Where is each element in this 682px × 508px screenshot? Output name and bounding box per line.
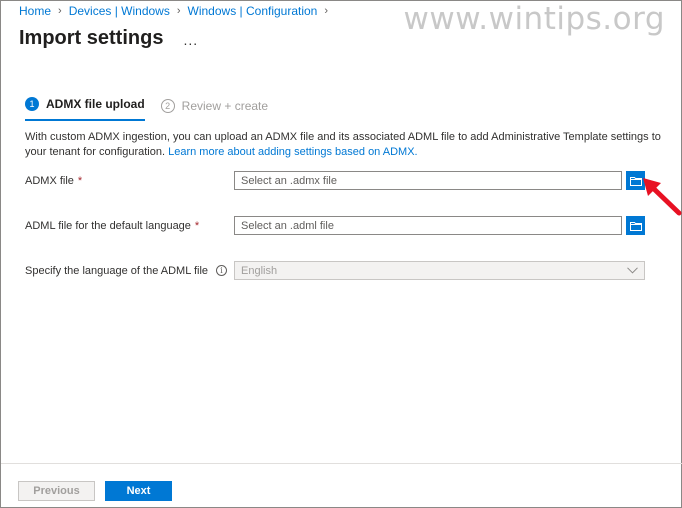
adml-file-label: ADML file for the default language * (25, 219, 200, 232)
language-row: Specify the language of the ADML file i … (25, 261, 645, 280)
page-title: Import settings (19, 27, 164, 49)
breadcrumb-windows-configuration[interactable]: Windows | Configuration (188, 4, 318, 18)
breadcrumb: Home › Devices | Windows › Windows | Con… (19, 4, 335, 18)
adml-file-row: ADML file for the default language * Sele… (25, 216, 645, 235)
folder-icon (629, 176, 642, 186)
step-admx-upload[interactable]: 1 ADMX file upload (25, 97, 145, 121)
chevron-right-icon: › (324, 5, 329, 17)
step-number: 1 (25, 97, 39, 111)
language-select[interactable]: English (234, 261, 645, 280)
step-review-create[interactable]: 2 Review + create (160, 99, 269, 113)
required-marker: * (77, 174, 83, 187)
wizard-steps: 1 ADMX file upload 2 Review + create (25, 97, 269, 121)
title-row: Import settings ... (19, 27, 198, 50)
admx-file-input[interactable]: Select an .admx file (234, 171, 622, 190)
language-label: Specify the language of the ADML file i (25, 265, 234, 277)
annotation-arrow-icon (643, 178, 682, 216)
required-marker: * (194, 219, 200, 232)
adml-file-input[interactable]: Select an .adml file (234, 216, 622, 235)
breadcrumb-devices-windows[interactable]: Devices | Windows (69, 4, 170, 18)
language-select-value: English (241, 264, 278, 277)
chevron-right-icon: › (58, 5, 62, 17)
footer: Previous Next (1, 463, 682, 508)
chevron-right-icon: › (176, 5, 181, 17)
watermark: www.wintips.org (403, 1, 665, 37)
previous-button[interactable]: Previous (18, 481, 95, 501)
step-label: ADMX file upload (46, 97, 145, 111)
folder-icon (629, 221, 642, 231)
breadcrumb-home[interactable]: Home (19, 4, 51, 18)
admx-file-row: ADMX file * Select an .admx file (25, 171, 645, 190)
step-number: 2 (160, 99, 175, 113)
next-button[interactable]: Next (105, 481, 172, 501)
description: With custom ADMX ingestion, you can uplo… (25, 130, 665, 160)
adml-browse-button[interactable] (626, 216, 645, 235)
chevron-down-icon (627, 267, 638, 274)
info-icon[interactable]: i (216, 265, 228, 276)
learn-more-link[interactable]: Learn more about adding settings based o… (168, 146, 418, 158)
import-settings-panel: Home › Devices | Windows › Windows | Con… (0, 0, 682, 508)
more-options-icon[interactable]: ... (183, 32, 198, 48)
admx-file-label: ADMX file * (25, 174, 83, 187)
step-label: Review + create (181, 99, 269, 113)
